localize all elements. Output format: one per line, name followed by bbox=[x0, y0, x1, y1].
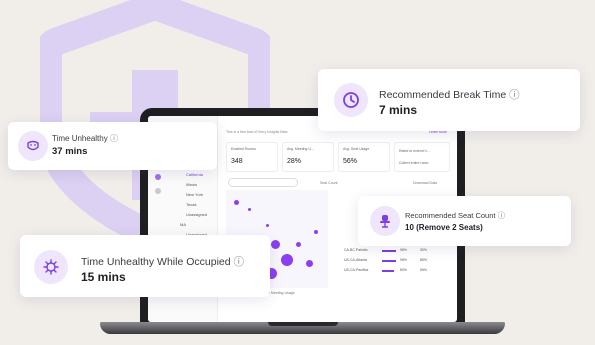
seat-count-dropdown[interactable]: Seat Count bbox=[320, 181, 338, 185]
chart-bubble bbox=[271, 240, 280, 249]
nav-icon[interactable] bbox=[155, 188, 161, 194]
room-name: CA-BC Palmito bbox=[344, 248, 368, 252]
chart-bubble bbox=[248, 208, 251, 211]
room-row[interactable]: US-CA-Pacifica 80% 55% bbox=[344, 268, 427, 272]
nav-icon[interactable] bbox=[155, 174, 161, 180]
room-row[interactable]: US-CA-Atlanta 95% 85% bbox=[344, 258, 427, 262]
mask-icon bbox=[18, 131, 48, 161]
card-value: 15 mins bbox=[81, 270, 126, 284]
kpi-card: Avg. Meeting U... 28% bbox=[282, 142, 334, 172]
room-value: 80% bbox=[400, 268, 408, 272]
room-value: 30% bbox=[420, 248, 428, 252]
kpi-value: 56% bbox=[343, 158, 358, 165]
chart-bubble bbox=[266, 224, 269, 227]
location-item[interactable]: Illinois bbox=[186, 182, 197, 187]
chart-bubble bbox=[234, 200, 239, 205]
break-time-card: Recommended Break Time ⓘ 7 mins bbox=[318, 69, 580, 131]
seat-count-card: Recommended Seat Count ⓘ 10 (Remove 2 Se… bbox=[358, 196, 571, 246]
clock-icon bbox=[334, 83, 368, 117]
card-value: 37 mins bbox=[52, 146, 88, 157]
card-title: Time Unhealthy ⓘ bbox=[52, 134, 118, 143]
kpi-value: 348 bbox=[231, 158, 243, 165]
room-value: 85% bbox=[420, 258, 428, 262]
info-icon[interactable]: ⓘ bbox=[234, 256, 245, 268]
chart-bubble bbox=[306, 260, 313, 267]
action-card: Rated to extend h... Collect entire room bbox=[394, 142, 450, 172]
location-item[interactable]: California bbox=[186, 172, 203, 177]
card-title: Time Unhealthy While Occupied ⓘ bbox=[81, 256, 245, 268]
card-title: Recommended Break Time ⓘ bbox=[379, 89, 520, 101]
location-item[interactable]: MA bbox=[180, 222, 186, 227]
card-title: Recommended Seat Count ⓘ bbox=[405, 211, 506, 220]
location-item[interactable]: Unassigned bbox=[186, 212, 207, 217]
kpi-card: Avg. Seat Usage 56% bbox=[338, 142, 390, 172]
location-item[interactable]: Texas bbox=[186, 202, 196, 207]
virus-icon bbox=[34, 250, 68, 284]
chart-bubble bbox=[296, 242, 301, 247]
location-item[interactable]: New York bbox=[186, 192, 203, 197]
action-link[interactable]: Rated to extend h... bbox=[399, 149, 430, 153]
chair-icon bbox=[370, 206, 400, 236]
room-name: US-CA-Atlanta bbox=[344, 258, 367, 262]
info-icon[interactable]: ⓘ bbox=[110, 134, 118, 143]
card-value: 7 mins bbox=[379, 103, 418, 117]
card-value: 10 (Remove 2 Seats) bbox=[405, 223, 483, 232]
chart-bubble bbox=[314, 230, 318, 234]
action-link[interactable]: Collect entire room bbox=[399, 161, 428, 165]
laptop-notch bbox=[268, 322, 338, 326]
kpi-card: Enabled Rooms 348 bbox=[226, 142, 278, 172]
unhealthy-occupied-card: Time Unhealthy While Occupied ⓘ 15 mins bbox=[20, 235, 270, 297]
info-icon[interactable]: ⓘ bbox=[509, 89, 520, 101]
kpi-label: Avg. Meeting U... bbox=[287, 147, 314, 151]
time-unhealthy-card: Time Unhealthy ⓘ 37 mins bbox=[8, 122, 217, 170]
room-name: US-CA-Pacifica bbox=[344, 268, 369, 272]
trial-banner: This is a free trial of Gerry Insights B… bbox=[226, 130, 288, 134]
kpi-value: 28% bbox=[287, 158, 302, 165]
kpi-label: Avg. Seat Usage bbox=[343, 147, 370, 151]
info-icon[interactable]: ⓘ bbox=[498, 211, 506, 220]
kpi-label: Enabled Rooms bbox=[231, 147, 256, 151]
search-input[interactable] bbox=[228, 178, 298, 187]
download-button[interactable]: Download Data bbox=[413, 181, 437, 185]
room-row[interactable]: CA-BC Palmito 95% 30% bbox=[344, 248, 427, 252]
room-value: 95% bbox=[400, 248, 408, 252]
chart-bubble bbox=[281, 254, 293, 266]
room-value: 95% bbox=[400, 258, 408, 262]
room-value: 55% bbox=[420, 268, 428, 272]
